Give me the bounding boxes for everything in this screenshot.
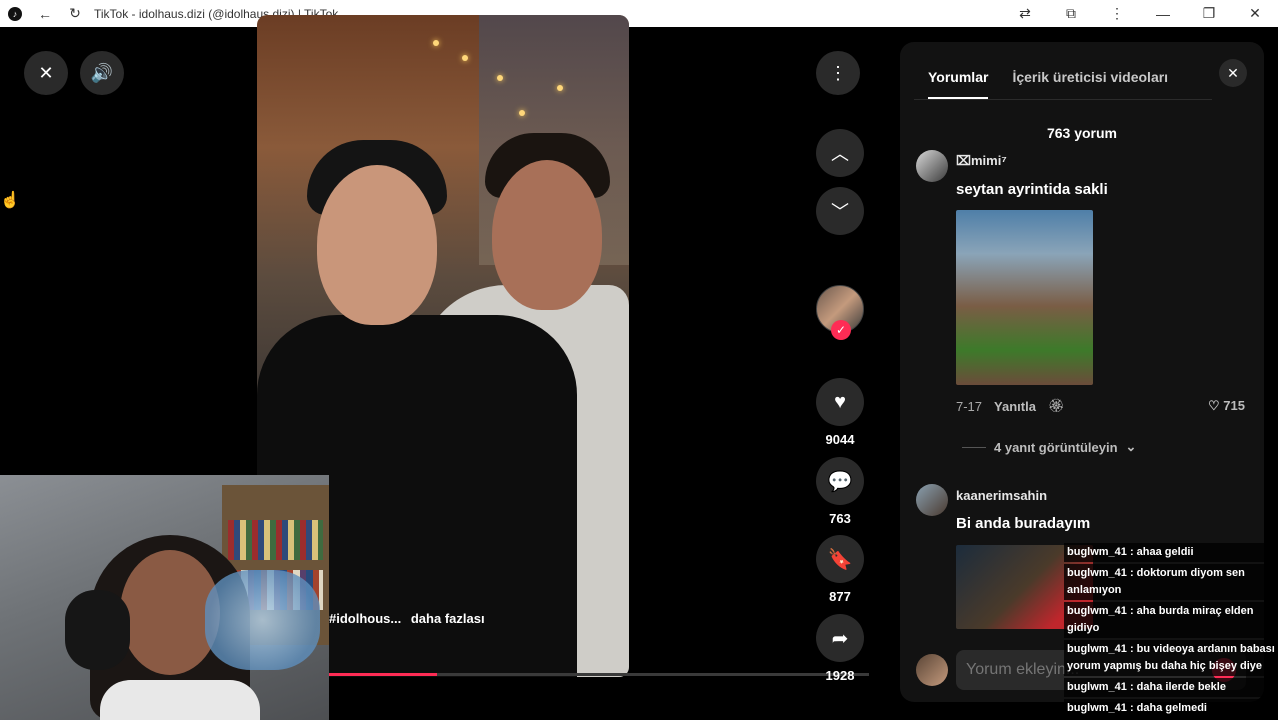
browser-titlebar: ♪ ← ↻ TikTok - idolhaus.dizi (@idolhaus.… xyxy=(0,0,1278,27)
back-arrow-icon[interactable]: ← xyxy=(30,0,60,27)
chat-message: buglwm_41 : aha burda miraç elden gidiyo xyxy=(1064,602,1278,638)
string-light xyxy=(433,40,439,46)
comment-text: Bi anda buradayım xyxy=(956,515,1091,532)
more-options-button[interactable]: ⋮ xyxy=(816,51,860,95)
hand-cursor-icon: ☝ xyxy=(0,192,20,209)
person-right-face xyxy=(492,160,602,310)
close-panel-button[interactable]: ✕ xyxy=(1219,59,1247,87)
chat-message: buglwm_41 : daha ilerde bekle xyxy=(1064,678,1278,697)
heart-outline-icon: ♡ xyxy=(1208,398,1220,413)
chat-message: buglwm_41 : daha gelmedi xyxy=(1064,699,1278,718)
close-icon: ✕ xyxy=(38,62,54,83)
like-count: 9044 xyxy=(825,432,855,447)
reply-button[interactable]: Yanıtla xyxy=(994,399,1036,414)
caption-hashtag[interactable]: #idolhous... xyxy=(329,611,401,626)
more-vertical-icon: ⋮ xyxy=(829,62,847,83)
microphone xyxy=(65,590,130,670)
comment-bubble-icon[interactable]: 💬 xyxy=(816,457,864,505)
more-menu-icon[interactable]: ⋮ xyxy=(1094,0,1140,27)
translate-icon[interactable]: ⇄ xyxy=(1002,0,1048,27)
view-replies-label: 4 yanıt görüntüleyin xyxy=(994,439,1118,455)
comment-like-count: 715 xyxy=(1223,398,1245,413)
speaker-icon: 🔊 xyxy=(90,62,114,83)
tab-comments[interactable]: Yorumlar xyxy=(928,69,989,99)
restore-button[interactable]: ❐ xyxy=(1186,0,1232,27)
comment-like[interactable]: ♡ 715 xyxy=(1208,398,1245,414)
avatar[interactable] xyxy=(916,484,948,516)
tiktok-icon: ♪ xyxy=(0,0,30,27)
share-arrow-icon[interactable]: ➦ xyxy=(816,614,864,662)
string-light xyxy=(557,85,563,91)
comment-text: seytan ayrintida sakli xyxy=(956,181,1108,198)
string-light xyxy=(497,75,503,81)
view-replies-button[interactable]: 4 yanıt görüntüleyin ⌄ xyxy=(962,439,1136,455)
panel-tabs: Yorumlar İçerik üreticisi videoları xyxy=(928,69,1168,99)
close-window-button[interactable]: ✕ xyxy=(1232,0,1278,27)
extensions-icon[interactable]: ⧉ xyxy=(1048,0,1094,27)
comment-total: 763 yorum xyxy=(1046,125,1118,141)
close-player-button[interactable]: ✕ xyxy=(24,51,68,95)
chat-message: buglwm_41 : doktorum diyom sen anlamıyon xyxy=(1064,564,1278,600)
chat-message: buglwm_41 : ahaa geldii xyxy=(1064,543,1278,562)
prev-video-button[interactable]: ︿ xyxy=(816,129,864,177)
bookmark-icon[interactable]: 🔖 xyxy=(816,535,864,583)
video-progress-bar[interactable] xyxy=(329,673,869,676)
volume-button[interactable]: 🔊 xyxy=(80,51,124,95)
comment-meta: 7-17 Yanıtla 🏵 xyxy=(956,398,1064,414)
close-icon: ✕ xyxy=(1227,64,1239,81)
comment-date: 7-17 xyxy=(956,398,983,414)
comment-count: 763 xyxy=(829,511,851,526)
tabs-divider xyxy=(914,99,1212,100)
follow-check-icon[interactable]: ✓ xyxy=(831,320,851,340)
comment-action[interactable]: 💬 763 xyxy=(816,457,864,526)
creator-avatar[interactable]: ✓ xyxy=(816,285,864,340)
comment-image[interactable] xyxy=(956,210,1093,385)
video-caption: #idolhous... daha fazlası xyxy=(329,611,485,626)
heart-icon[interactable]: ♥ xyxy=(816,378,864,426)
streamer-shirt xyxy=(100,680,260,720)
string-light xyxy=(519,110,525,116)
plastic-wrap xyxy=(205,570,320,670)
share-count: 1928 xyxy=(825,668,855,683)
caption-more-link[interactable]: daha fazlası xyxy=(411,611,485,626)
creator-liked-icon: 🏵 xyxy=(1047,398,1065,413)
save-count: 877 xyxy=(829,589,851,604)
divider-dash xyxy=(962,446,986,448)
progress-fill xyxy=(329,673,437,676)
books-row xyxy=(228,520,323,560)
next-video-button[interactable]: ﹀ xyxy=(816,187,864,235)
tab-creator-videos[interactable]: İçerik üreticisi videoları xyxy=(1012,69,1168,99)
chat-message: buglwm_41 : bu videoya ardanın babası yo… xyxy=(1064,640,1278,676)
avatar[interactable] xyxy=(916,150,948,182)
stream-chat-overlay: buglwm_41 : ahaa geldii buglwm_41 : dokt… xyxy=(1064,543,1278,720)
chevron-up-icon: ︿ xyxy=(831,144,849,164)
comment-username[interactable]: kaanerimsahin xyxy=(956,488,1047,503)
webcam-overlay xyxy=(0,475,329,720)
avatar xyxy=(916,654,948,686)
chevron-down-icon: ﹀ xyxy=(831,202,849,222)
save-action[interactable]: 🔖 877 xyxy=(816,535,864,604)
person-left-face xyxy=(317,165,437,325)
share-action[interactable]: ➦ 1928 xyxy=(816,614,864,683)
chevron-down-icon: ⌄ xyxy=(1125,439,1137,454)
comment-username[interactable]: ⌧mimi⁷ xyxy=(956,153,1007,169)
minimize-button[interactable]: — xyxy=(1140,0,1186,27)
reload-icon[interactable]: ↻ xyxy=(60,0,90,27)
string-light xyxy=(462,55,468,61)
like-action[interactable]: ♥ 9044 xyxy=(816,378,864,447)
